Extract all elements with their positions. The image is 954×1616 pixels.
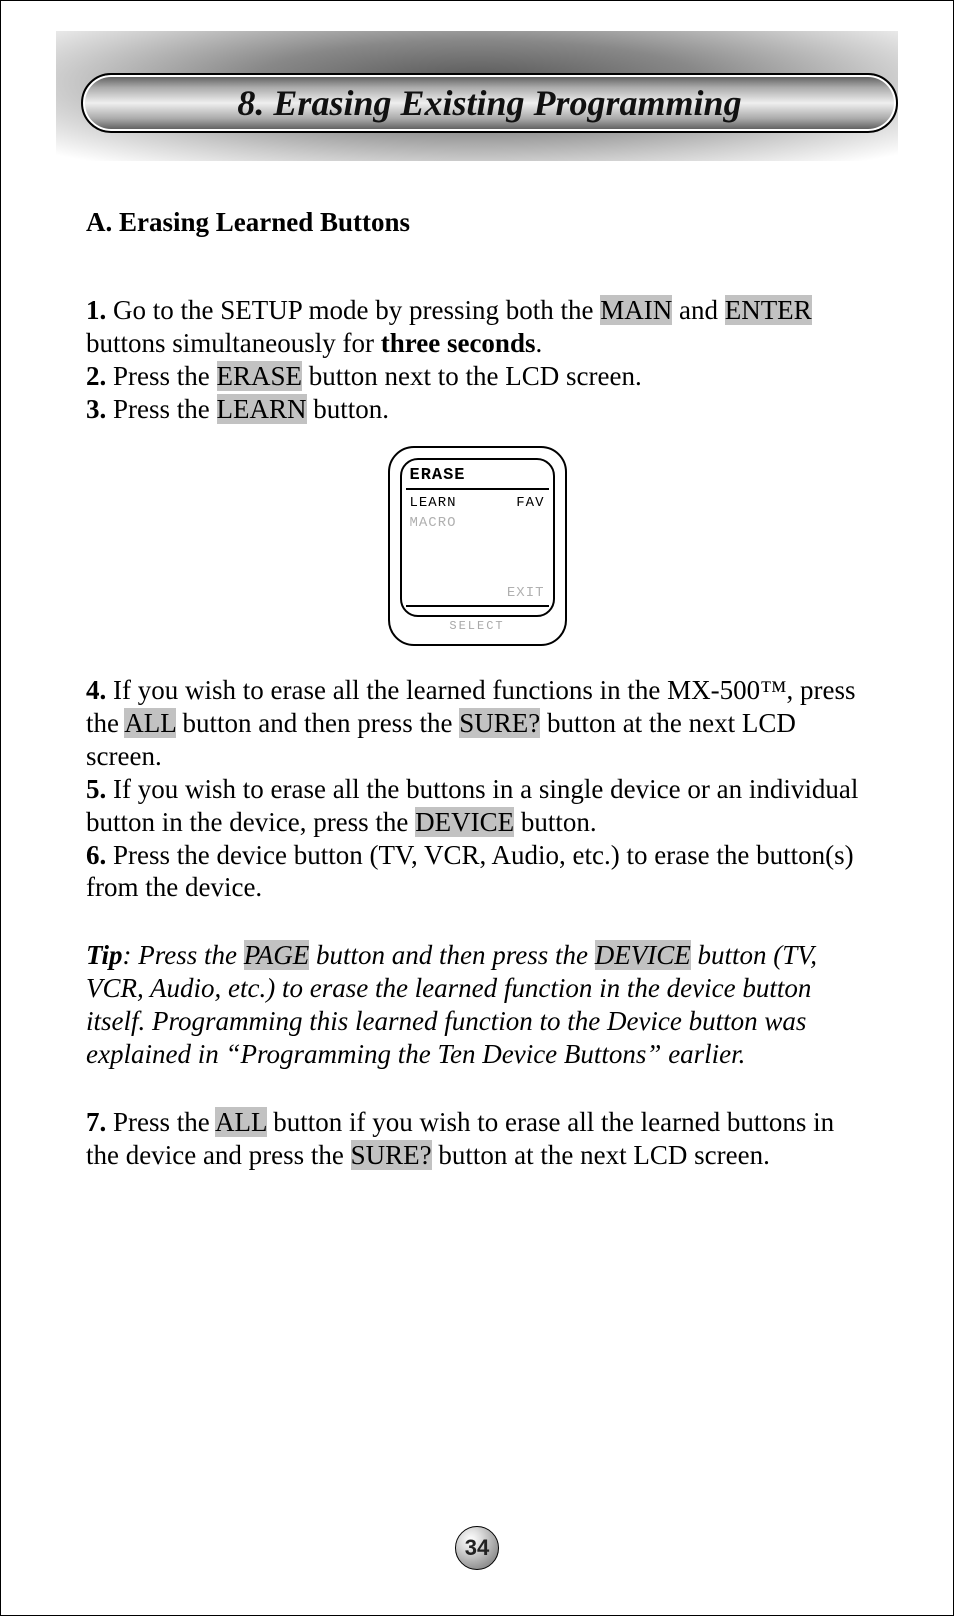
lcd-macro-label: MACRO [410,514,457,534]
step-4-num: 4. [86,675,106,705]
step-3-pre: Press the [106,394,216,424]
tip-pre: : Press the [123,940,244,970]
step-1-post2: . [535,328,542,358]
step-1-mid: and [672,295,724,325]
tip-btn-page: PAGE [244,940,310,970]
step-5-btn-device: DEVICE [415,807,514,837]
chapter-banner-zone: 8. Erasing Existing Programming [56,31,898,151]
step-5-post: button. [514,807,597,837]
tip-btn-device: DEVICE [595,940,691,970]
chapter-banner: 8. Erasing Existing Programming [81,73,898,133]
step-7-post: button at the next LCD screen. [432,1140,770,1170]
lcd-row-1: LEARN FAV [406,494,549,514]
step-6-num: 6. [86,840,106,870]
steps-block-3: 7. Press the ALL button if you wish to e… [86,1106,868,1172]
step-7-num: 7. [86,1107,106,1137]
step-3-btn-learn: LEARN [217,394,307,424]
lcd-inner-frame: ERASE LEARN FAV MACRO EXIT [400,458,555,618]
step-3-post: button. [307,394,390,424]
step-1-pre: Go to the SETUP mode by pressing both th… [106,295,600,325]
lcd-illustration: ERASE LEARN FAV MACRO EXIT [86,446,868,646]
step-3-num: 3. [86,394,106,424]
tip-block: Tip: Press the PAGE button and then pres… [86,939,868,1071]
step-6-text: Press the device button (TV, VCR, Audio,… [86,840,854,903]
lcd-exit-label: EXIT [507,584,545,604]
step-1-btn-enter: ENTER [725,295,812,325]
lcd-spacer [406,534,549,584]
step-4-mid: button and then press the [176,708,459,738]
lcd-divider-2 [406,605,549,607]
steps-block-2: 4. If you wish to erase all the learned … [86,674,868,905]
page-number: 34 [465,1535,489,1561]
lcd-row-2: MACRO [406,514,549,534]
step-4-btn-sure: SURE? [459,708,540,738]
step-7-btn-sure: SURE? [351,1140,432,1170]
lcd-learn-label: LEARN [410,494,457,514]
step-1-post1: buttons simultaneously for [86,328,381,358]
tip-mid: button and then press the [309,940,594,970]
steps-block-1: 1. Go to the SETUP mode by pressing both… [86,294,868,426]
lcd-row-exit: EXIT [406,584,549,604]
step-7-pre: Press the [106,1107,215,1137]
step-2-num: 2. [86,361,106,391]
page-body: A. Erasing Learned Buttons 1. Go to the … [1,156,953,1172]
step-4-btn-all: ALL [124,708,175,738]
manual-page: 8. Erasing Existing Programming A. Erasi… [0,0,954,1616]
page-number-wrap: 34 [1,1526,953,1570]
step-5-num: 5. [86,774,106,804]
step-1-btn-main: MAIN [600,295,672,325]
step-1-num: 1. [86,295,106,325]
step-7-btn-all: ALL [215,1107,266,1137]
lcd-divider [406,488,549,490]
step-2-pre: Press the [106,361,216,391]
lcd-outer-frame: ERASE LEARN FAV MACRO EXIT [388,446,567,646]
step-2-btn-erase: ERASE [217,361,303,391]
lcd-title: ERASE [406,466,549,487]
page-number-badge: 34 [455,1526,499,1570]
lcd-fav-label: FAV [516,494,544,514]
tip-label: Tip [86,940,123,970]
lcd-select-label: SELECT [400,619,555,634]
step-2-post: button next to the LCD screen. [302,361,642,391]
chapter-title: 8. Erasing Existing Programming [237,82,741,124]
section-heading: A. Erasing Learned Buttons [86,206,868,239]
step-1-bold: three seconds [381,328,536,358]
